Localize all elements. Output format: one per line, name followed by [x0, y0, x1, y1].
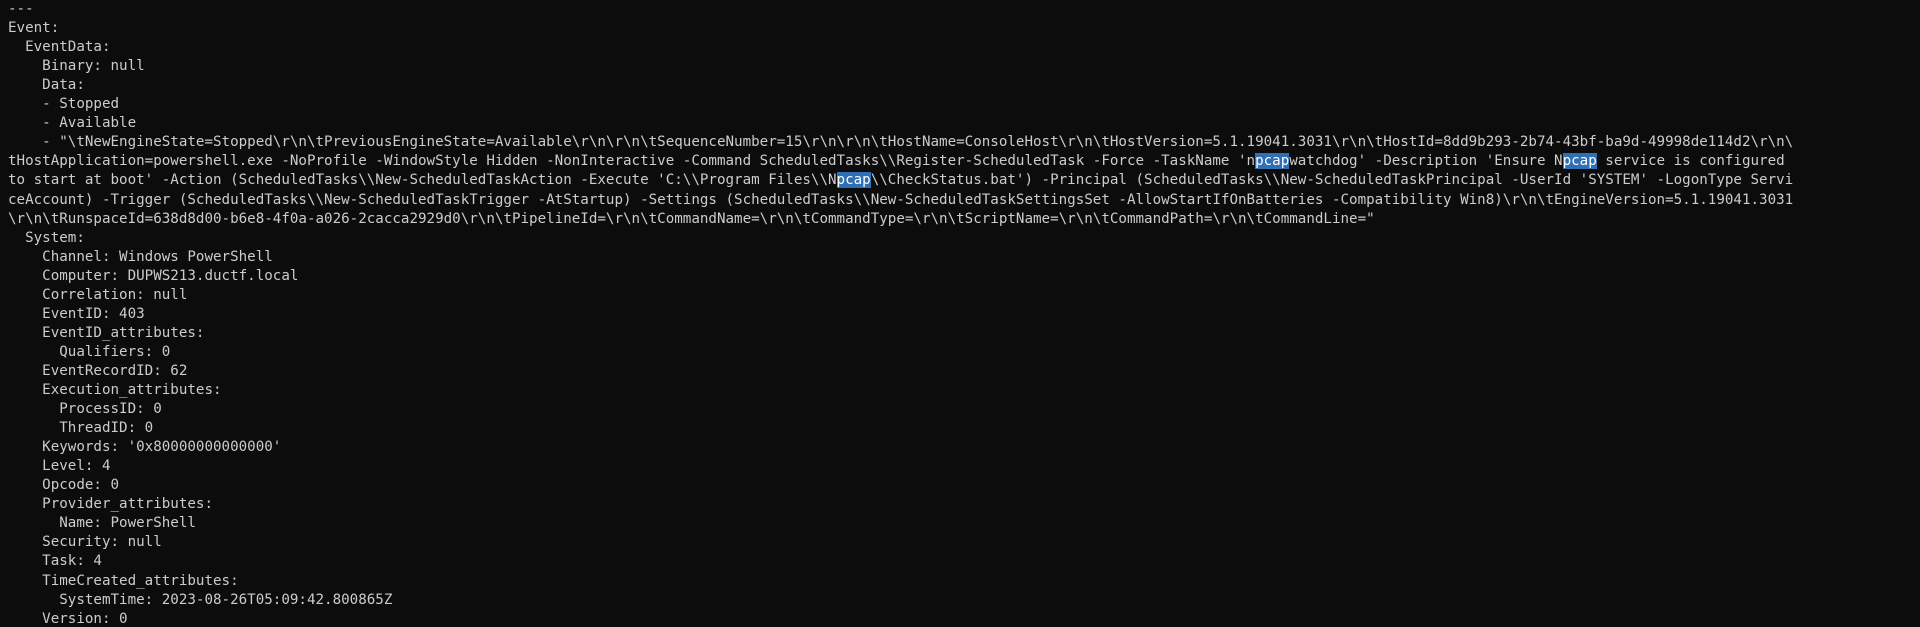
- terminal-line: Event:: [8, 20, 60, 37]
- terminal-line: System:: [8, 229, 85, 246]
- terminal-line: - Available: [8, 115, 137, 132]
- terminal-line: EventRecordID: 62: [8, 362, 188, 379]
- terminal-line: EventID: 403: [8, 305, 145, 322]
- terminal-line: \r\n\tRunspaceId=638d8d00-b6e8-4f0a-a026…: [8, 210, 1375, 227]
- search-match-highlight: pcap: [1255, 153, 1290, 170]
- search-match-highlight: pcap: [1562, 153, 1597, 170]
- terminal-line: ProcessID: 0: [8, 401, 162, 418]
- terminal-line: Computer: DUPWS213.ductf.local: [8, 267, 299, 284]
- terminal-line: - "\tNewEngineState=Stopped\r\n\tPreviou…: [8, 134, 1794, 151]
- terminal-line: Channel: Windows PowerShell: [8, 248, 273, 265]
- terminal-line: TimeCreated_attributes:: [8, 572, 239, 589]
- terminal-line: Correlation: null: [8, 286, 188, 303]
- terminal-line: Binary: null: [8, 58, 145, 75]
- terminal-window[interactable]: --- Event: EventData: Binary: null Data: …: [0, 0, 1920, 627]
- terminal-line: ceAccount) -Trigger (ScheduledTasks\\New…: [8, 191, 1794, 208]
- terminal-line: Task: 4: [8, 553, 102, 570]
- terminal-line: Provider_attributes:: [8, 496, 213, 513]
- terminal-line: Qualifiers: 0: [8, 343, 171, 360]
- terminal-line: EventID_attributes:: [8, 324, 205, 341]
- terminal-line: tHostApplication=powershell.exe -NoProfi…: [8, 153, 1785, 170]
- terminal-line: Execution_attributes:: [8, 382, 222, 398]
- terminal-line: Security: null: [8, 534, 162, 551]
- search-match-highlight: pcap: [836, 172, 871, 189]
- terminal-line: to start at boot' -Action (ScheduledTask…: [8, 172, 1794, 189]
- terminal-line: SystemTime: 2023-08-26T05:09:42.800865Z: [8, 591, 393, 608]
- terminal-line: Keywords: '0x80000000000000': [8, 439, 282, 456]
- terminal-line: ---: [8, 1, 34, 17]
- terminal-line: Version: 0: [8, 610, 128, 627]
- terminal-line: Name: PowerShell: [8, 515, 196, 532]
- terminal-line: Level: 4: [8, 458, 111, 475]
- terminal-line: EventData:: [8, 39, 111, 56]
- terminal-line: Opcode: 0: [8, 477, 120, 494]
- terminal-line: - Stopped: [8, 96, 120, 113]
- terminal-line: Data:: [8, 77, 85, 94]
- terminal-line: ThreadID: 0: [8, 420, 154, 437]
